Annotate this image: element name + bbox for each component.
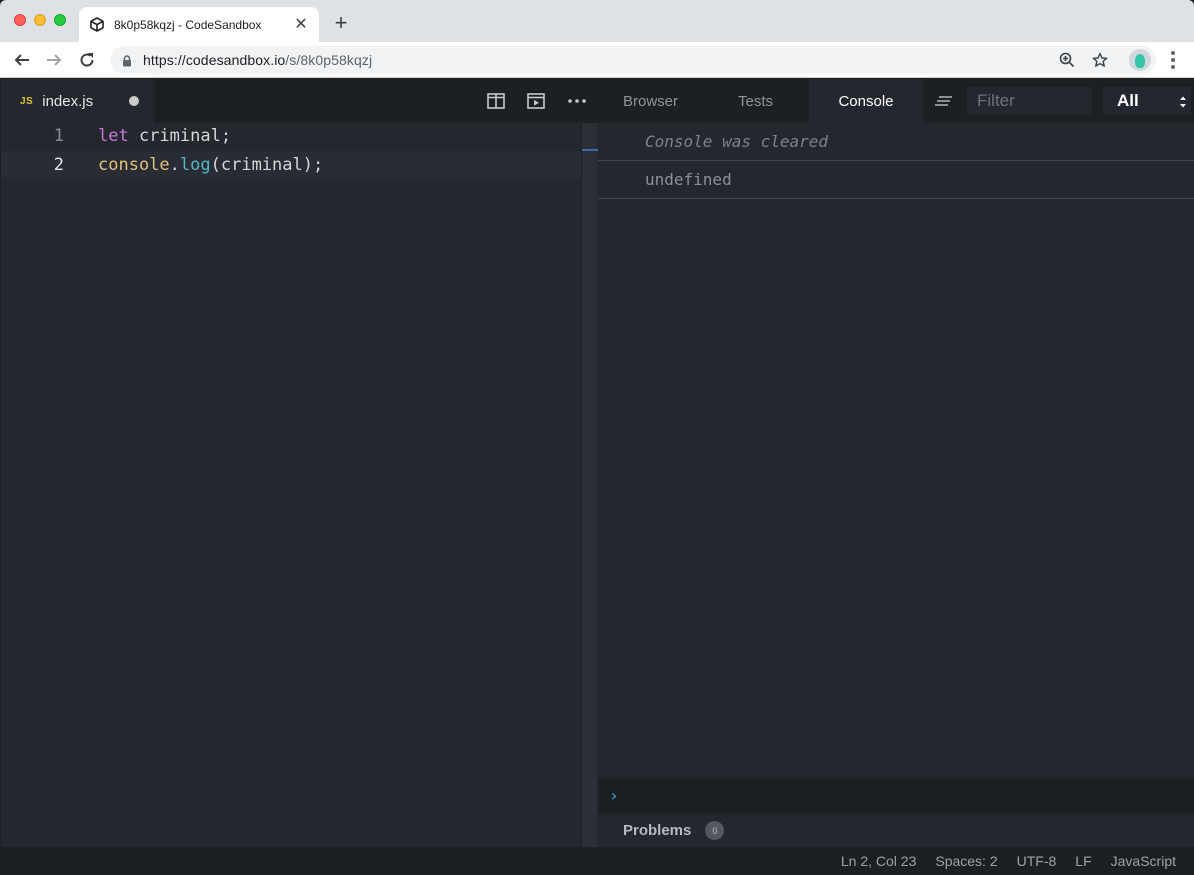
code-token: criminal; xyxy=(128,126,232,146)
lock-icon xyxy=(122,54,132,72)
zoom-icon[interactable] xyxy=(1058,51,1076,69)
preview-window-icon[interactable] xyxy=(526,91,546,111)
editor-tab-bar: JS index.js xyxy=(1,79,598,123)
console-input[interactable]: › xyxy=(598,778,1194,814)
log-level-select[interactable]: All xyxy=(1103,87,1191,115)
line-number: 2 xyxy=(53,155,64,175)
browser-toolbar: https://codesandbox.io/s/8k0p58kqzj xyxy=(0,42,1194,78)
close-tab-icon[interactable]: ✕ xyxy=(293,16,309,33)
status-encoding[interactable]: UTF-8 xyxy=(1017,853,1057,869)
log-level-value: All xyxy=(1117,91,1139,110)
preview-tab-bar: Browser Tests Console All xyxy=(598,79,1194,123)
new-tab-button[interactable]: + xyxy=(330,12,352,34)
reload-icon[interactable] xyxy=(77,50,97,70)
select-arrows-icon xyxy=(1179,94,1187,108)
editor-scrollbar[interactable] xyxy=(581,123,598,847)
unsaved-indicator-icon[interactable] xyxy=(129,96,139,106)
status-cursor-position[interactable]: Ln 2, Col 23 xyxy=(841,853,917,869)
zoom-window-button[interactable] xyxy=(54,14,66,26)
codesandbox-icon xyxy=(89,17,105,33)
star-icon[interactable] xyxy=(1091,51,1109,69)
minimize-window-button[interactable] xyxy=(34,14,46,26)
address-bar[interactable]: https://codesandbox.io/s/8k0p58kqzj xyxy=(110,46,1156,74)
code-line[interactable]: console.log(criminal); xyxy=(98,155,323,175)
problems-panel-toggle[interactable]: Problems 0 xyxy=(598,814,1194,847)
line-number: 1 xyxy=(53,126,64,146)
problems-count-badge: 0 xyxy=(705,821,725,840)
javascript-file-icon: JS xyxy=(20,95,34,107)
console-entry: undefined xyxy=(598,161,1194,199)
code-token: (criminal); xyxy=(210,155,324,175)
status-bar: Ln 2, Col 23 Spaces: 2 UTF-8 LF JavaScri… xyxy=(1,847,1194,875)
url-path: /s/8k0p58kqzj xyxy=(285,52,373,68)
status-line-ending[interactable]: LF xyxy=(1075,853,1091,869)
tab-tests[interactable]: Tests xyxy=(738,79,773,123)
forward-icon[interactable] xyxy=(44,50,64,70)
url-text: https://codesandbox.io/s/8k0p58kqzj xyxy=(143,52,372,68)
code-token-object: console xyxy=(98,155,170,175)
console-output: Console was cleared undefined xyxy=(598,123,1194,778)
prompt-chevron-icon: › xyxy=(609,786,619,805)
status-language[interactable]: JavaScript xyxy=(1111,853,1176,869)
more-options-icon[interactable] xyxy=(567,91,587,111)
code-token-keyword: let xyxy=(98,126,129,146)
tab-console[interactable]: Console xyxy=(809,79,923,123)
clear-console-icon[interactable] xyxy=(934,93,954,109)
file-tab-label: index.js xyxy=(42,92,94,110)
browser-menu-icon[interactable] xyxy=(1163,51,1183,69)
profile-avatar[interactable] xyxy=(1129,49,1151,71)
browser-titlebar: 8k0p58kqzj - CodeSandbox ✕ + xyxy=(0,0,1194,42)
file-tab-index-js[interactable]: JS index.js xyxy=(1,79,154,123)
problems-label: Problems xyxy=(623,822,692,839)
close-window-button[interactable] xyxy=(14,14,26,26)
code-token-function: log xyxy=(179,155,211,175)
code-token: . xyxy=(169,155,180,175)
cursor-position-marker xyxy=(582,149,598,151)
split-view-icon[interactable] xyxy=(486,91,506,111)
code-line[interactable]: let criminal; xyxy=(98,126,231,146)
tab-browser[interactable]: Browser xyxy=(623,79,678,123)
browser-tab[interactable]: 8k0p58kqzj - CodeSandbox ✕ xyxy=(79,7,319,42)
url-host: https://codesandbox.io xyxy=(143,52,286,68)
console-entry: Console was cleared xyxy=(598,123,1194,161)
codesandbox-app: JS index.js 1 2 let criminal; console.lo… xyxy=(1,79,1194,875)
back-icon[interactable] xyxy=(12,50,32,70)
console-filter-input[interactable] xyxy=(967,87,1092,115)
tab-title: 8k0p58kqzj - CodeSandbox xyxy=(114,17,262,32)
status-indentation[interactable]: Spaces: 2 xyxy=(935,853,997,869)
